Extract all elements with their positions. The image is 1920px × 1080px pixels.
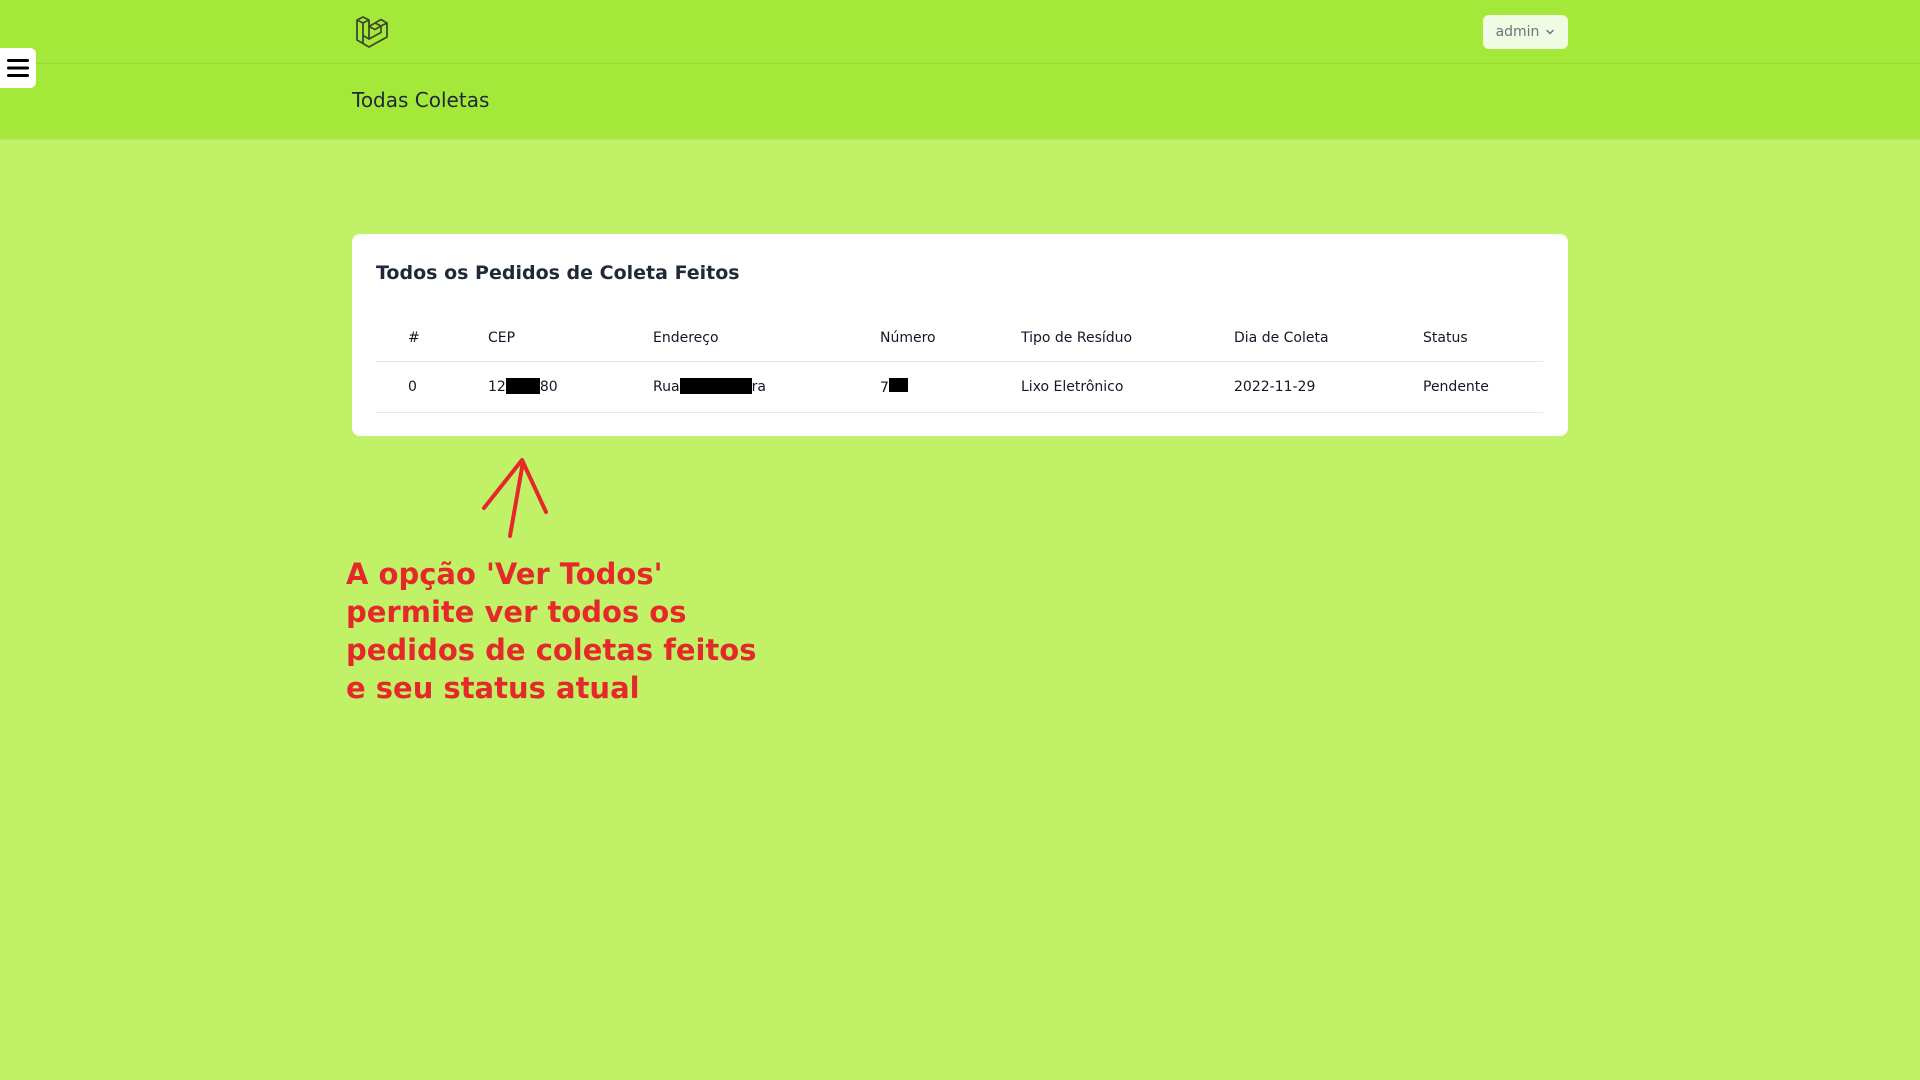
chevron-down-icon	[1546, 29, 1555, 35]
annotation-line: e seu status atual	[346, 671, 640, 705]
address-suffix: ra	[751, 379, 766, 395]
hamburger-menu-icon	[7, 59, 29, 77]
column-header-collection-day: Dia de Coleta	[1234, 330, 1329, 347]
cep-prefix: 12	[488, 379, 506, 395]
redaction-block	[679, 378, 752, 394]
nav-divider	[0, 63, 1920, 64]
column-header-address: Endereço	[653, 330, 719, 347]
column-header-cep: CEP	[488, 330, 516, 347]
table-row: 0 12 80 Rua ra 7 Lixo Eletrônico 2022-11-2…	[376, 361, 1543, 412]
user-menu-dropdown[interactable]: admin	[1483, 15, 1568, 49]
annotation-line: permite ver todos os	[346, 595, 687, 629]
cell-number: 7	[880, 361, 1021, 412]
table-header-row: # CEP Endereço Número Tipo de Resíduo Di…	[376, 314, 1543, 361]
orders-table: # CEP Endereço Número Tipo de Resíduo Di…	[376, 314, 1543, 413]
annotation-text: A opção 'Ver Todos' permite ver todos os…	[346, 555, 766, 707]
redaction-block	[505, 378, 540, 394]
cell-waste-type: Lixo Eletrônico	[1021, 378, 1124, 395]
column-header-status: Status	[1423, 330, 1468, 347]
annotation-arrow-icon	[482, 458, 548, 538]
redaction-block	[888, 377, 908, 392]
cell-collection-day: 2022-11-29	[1234, 378, 1316, 395]
orders-card: Todos os Pedidos de Coleta Feitos # CEP …	[352, 234, 1568, 436]
column-header-number: Número	[880, 330, 936, 347]
laravel-logo-icon[interactable]	[353, 14, 391, 50]
column-header-index: #	[408, 330, 420, 347]
page-title: Todas Coletas	[352, 88, 490, 112]
cell-cep: 12 80	[488, 361, 653, 412]
annotation-line: pedidos de coletas feitos	[346, 633, 757, 667]
user-menu-label: admin	[1495, 24, 1540, 40]
hamburger-menu-button[interactable]	[0, 48, 36, 88]
cell-index: 0	[408, 378, 417, 395]
annotation-line: A opção 'Ver Todos'	[346, 557, 663, 591]
cep-suffix: 80	[539, 379, 558, 395]
top-navigation-bar	[0, 0, 1920, 138]
header-bottom-edge	[0, 138, 1920, 140]
card-title: Todos os Pedidos de Coleta Feitos	[376, 262, 740, 284]
cell-address: Rua ra	[653, 361, 880, 412]
address-prefix: Rua	[653, 379, 680, 395]
column-header-waste-type: Tipo de Resíduo	[1021, 330, 1133, 347]
number-prefix: 7	[880, 379, 889, 396]
cell-status: Pendente	[1423, 378, 1489, 395]
